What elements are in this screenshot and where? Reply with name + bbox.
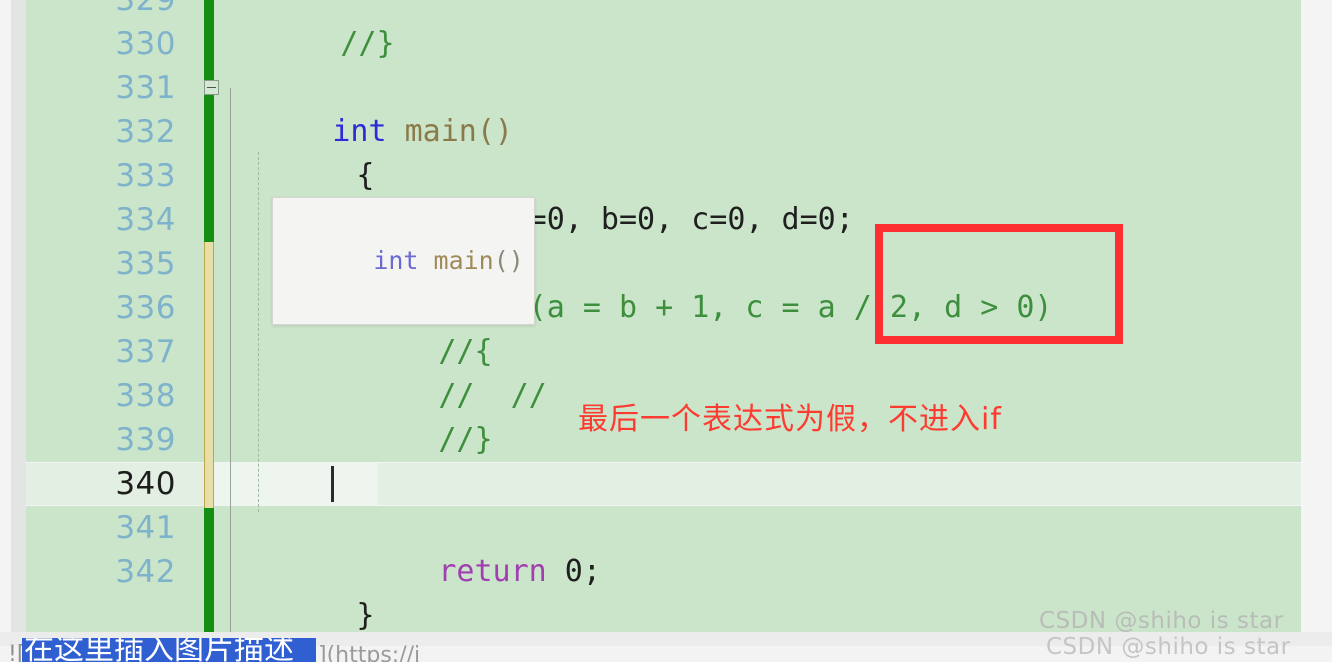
tooltip-keyword: int (373, 246, 419, 275)
red-annotation-text: 最后一个表达式为假，不进入if (578, 402, 1002, 437)
page-right-margin (1301, 0, 1332, 662)
line-number-333: 333 (115, 158, 176, 194)
text-caret (331, 466, 334, 502)
alt-text-tail: ](https://i (318, 643, 421, 662)
code-line-341[interactable]: return 0; (330, 506, 601, 589)
code-line-333[interactable]: int a=0, b=0, c=0, d=0; (330, 154, 853, 237)
alt-text-selection[interactable]: 在这里插入图片描述 (22, 638, 316, 662)
line-number-338: 338 (115, 378, 176, 414)
function-name-main: main() (404, 114, 513, 149)
fold-collapse-icon[interactable] (204, 80, 219, 95)
tooltip-parens: () (493, 246, 524, 275)
line-number-329: 329 (115, 0, 176, 18)
screenshot-root: 329 330 331 332 333 334 335 336 337 338 … (0, 0, 1332, 662)
line-number-341: 341 (115, 510, 176, 546)
watermark-editor: CSDN @shiho is star (1039, 608, 1284, 634)
code-line-337[interactable]: // // (330, 330, 546, 413)
code-line-342[interactable]: } (248, 550, 374, 633)
line-number-342: 342 (115, 554, 176, 590)
watermark-page: CSDN @shiho is star (1046, 634, 1291, 660)
line-number-337: 337 (115, 334, 176, 370)
code-line-329[interactable]: //} (232, 0, 394, 61)
keyword-return: return (438, 554, 547, 589)
commented-if-tail: d > 0) (926, 290, 1053, 325)
commented-brace-close: //} (438, 422, 493, 457)
line-number-335: 335 (115, 246, 176, 282)
line-number-330: 330 (115, 26, 176, 62)
alt-text-label: 在这里插入图片描述 (24, 638, 294, 662)
page-left-gutter-strip (11, 0, 26, 646)
variable-declarations: a=0, b=0, c=0, d=0; (492, 202, 854, 237)
code-line-331[interactable]: int main() (224, 66, 513, 149)
page-left-margin (0, 0, 11, 662)
quick-info-tooltip: int main() (272, 197, 535, 325)
return-value: 0; (546, 554, 601, 589)
changebar-saved-top (204, 0, 214, 242)
line-number-331: 331 (115, 70, 176, 106)
code-line-338[interactable]: //} (330, 374, 492, 457)
changebar-saved-bottom (204, 508, 214, 634)
code-line-332[interactable]: { (248, 110, 374, 193)
line-number-gutter: 329 330 331 332 333 334 335 336 337 338 … (26, 0, 176, 634)
line-number-332: 332 (115, 114, 176, 150)
code-editor-surface[interactable]: 329 330 331 332 333 334 335 336 337 338 … (26, 0, 1301, 634)
brace-close: } (356, 598, 375, 633)
line-number-336: 336 (115, 290, 176, 326)
line-number-340: 340 (115, 466, 176, 502)
line-number-334: 334 (115, 202, 176, 238)
comment-token: //} (340, 26, 395, 61)
line-number-339: 339 (115, 422, 176, 458)
changebar-unsaved (204, 242, 214, 508)
tooltip-function: main (433, 246, 494, 275)
